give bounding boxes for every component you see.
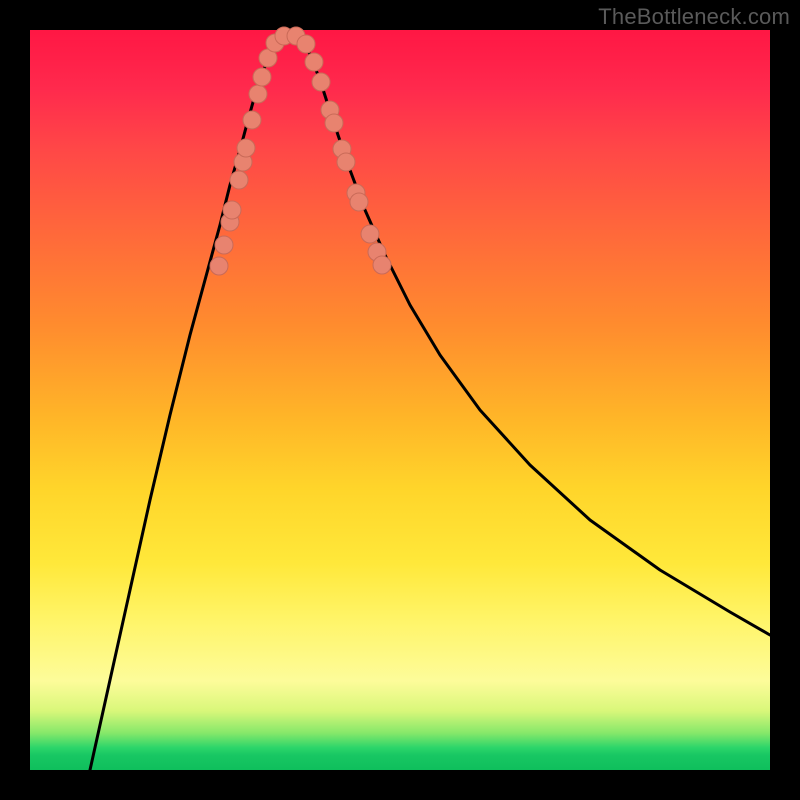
- data-marker: [249, 85, 267, 103]
- data-marker: [215, 236, 233, 254]
- data-marker: [350, 193, 368, 211]
- data-marker: [312, 73, 330, 91]
- data-marker: [243, 111, 261, 129]
- data-marker: [361, 225, 379, 243]
- data-marker: [210, 257, 228, 275]
- data-marker: [373, 256, 391, 274]
- bottleneck-curve: [30, 30, 770, 770]
- data-marker: [325, 114, 343, 132]
- chart-frame: TheBottleneck.com: [0, 0, 800, 800]
- data-marker: [237, 139, 255, 157]
- data-marker: [223, 201, 241, 219]
- data-marker: [305, 53, 323, 71]
- data-marker: [337, 153, 355, 171]
- plot-area: [30, 30, 770, 770]
- data-marker: [253, 68, 271, 86]
- watermark-text: TheBottleneck.com: [598, 4, 790, 30]
- data-marker: [297, 35, 315, 53]
- data-marker: [230, 171, 248, 189]
- curve-path: [90, 35, 770, 770]
